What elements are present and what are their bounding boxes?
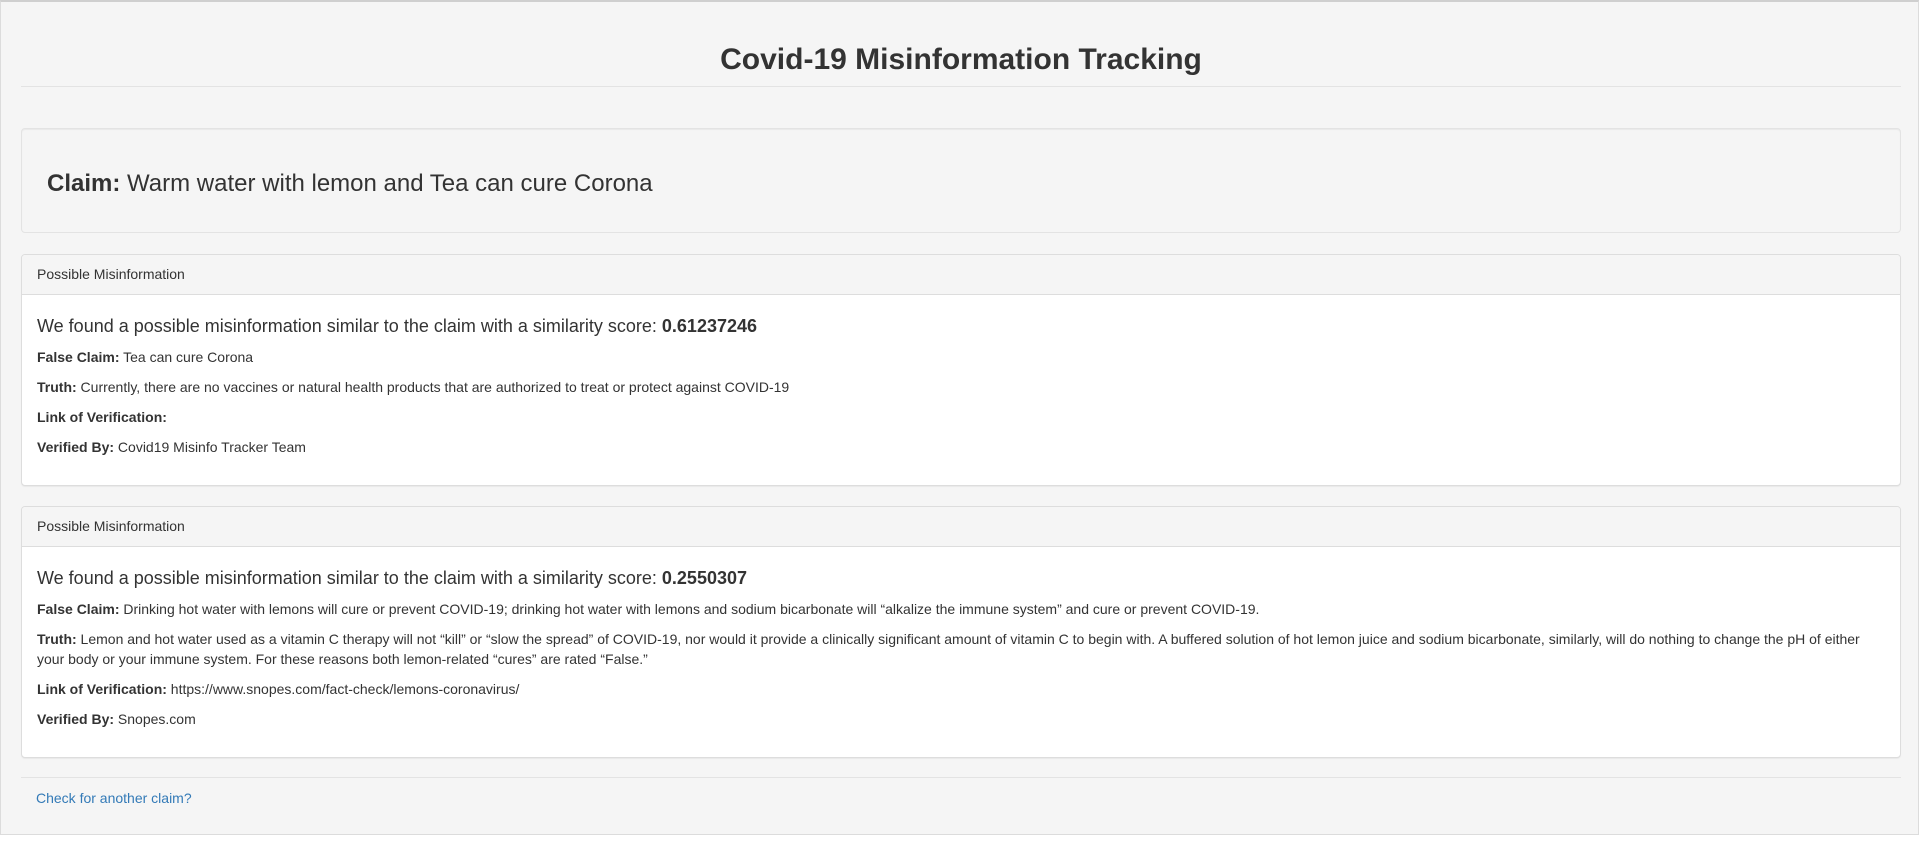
claim-text: Warm water with lemon and Tea can cure C… (127, 170, 653, 197)
content-area: Covid-19 Misinformation Tracking Claim: … (21, 2, 1901, 806)
page-container: Covid-19 Misinformation Tracking Claim: … (0, 0, 1919, 835)
panel-body: We found a possible misinformation simil… (22, 295, 1900, 457)
truth-row: Truth: Currently, there are no vaccines … (37, 377, 1885, 397)
verified-by-text: Covid19 Misinfo Tracker Team (117, 439, 306, 455)
claim-label: Claim: (47, 170, 121, 197)
panel-body: We found a possible misinformation simil… (22, 547, 1900, 729)
misinfo-panel: Possible Misinformation We found a possi… (21, 506, 1901, 758)
page-title: Covid-19 Misinformation Tracking (720, 43, 1202, 76)
similarity-score-line: We found a possible misinformation simil… (37, 567, 1885, 589)
score-prefix: We found a possible misinformation simil… (37, 568, 657, 588)
similarity-score: 0.61237246 (661, 316, 758, 336)
score-prefix: We found a possible misinformation simil… (37, 316, 657, 336)
footer-divider (21, 777, 1901, 778)
check-another-claim-link[interactable]: Check for another claim? (36, 790, 192, 807)
similarity-score-line: We found a possible misinformation simil… (37, 315, 1885, 337)
title-divider (21, 86, 1901, 87)
truth-row: Truth: Lemon and hot water used as a vit… (37, 629, 1885, 669)
verified-by-text: Snopes.com (117, 711, 196, 727)
truth-label: Truth: (37, 631, 77, 647)
claim-line: Claim: Warm water with lemon and Tea can… (47, 170, 653, 198)
truth-label: Truth: (37, 379, 77, 395)
false-claim-text: Drinking hot water with lemons will cure… (123, 601, 1260, 617)
verification-link-label: Link of Verification: (37, 681, 167, 697)
false-claim-label: False Claim: (37, 349, 120, 365)
panel-heading: Possible Misinformation (22, 255, 1900, 295)
claim-well: Claim: Warm water with lemon and Tea can… (21, 128, 1901, 233)
truth-text: Currently, there are no vaccines or natu… (80, 379, 790, 395)
verification-link-row: Link of Verification: https://www.snopes… (37, 679, 1885, 699)
verification-link-row: Link of Verification: (37, 407, 1885, 427)
verification-link-label: Link of Verification: (37, 409, 167, 425)
false-claim-label: False Claim: (37, 601, 120, 617)
similarity-score: 0.2550307 (661, 568, 747, 588)
verified-by-row: Verified By: Snopes.com (37, 709, 1885, 729)
false-claim-text: Tea can cure Corona (123, 349, 254, 365)
false-claim-row: False Claim: Drinking hot water with lem… (37, 599, 1885, 619)
verified-by-label: Verified By: (37, 439, 115, 455)
false-claim-row: False Claim: Tea can cure Corona (37, 347, 1885, 367)
verification-link[interactable]: https://www.snopes.com/fact-check/lemons… (171, 681, 520, 697)
verified-by-label: Verified By: (37, 711, 115, 727)
truth-text: Lemon and hot water used as a vitamin C … (37, 631, 1860, 667)
panel-heading: Possible Misinformation (22, 507, 1900, 547)
misinfo-panel: Possible Misinformation We found a possi… (21, 254, 1901, 486)
verified-by-row: Verified By: Covid19 Misinfo Tracker Tea… (37, 437, 1885, 457)
